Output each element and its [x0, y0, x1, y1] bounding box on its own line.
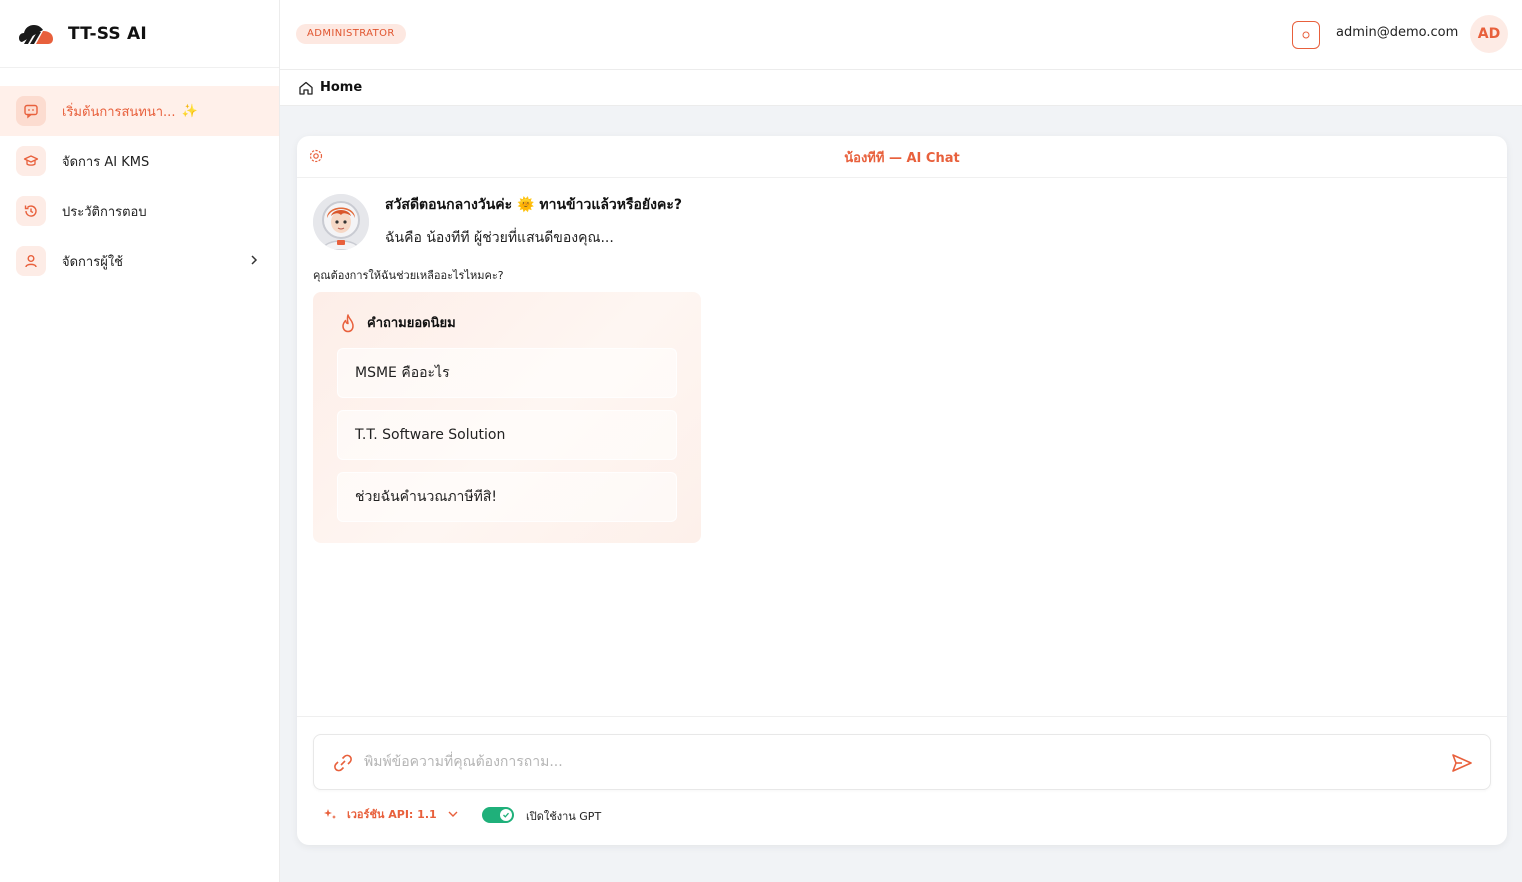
sidebar-item-label: เริ่มต้นการสนทนา...	[62, 104, 176, 120]
astronaut-avatar-icon	[313, 194, 369, 250]
gpt-toggle-label: เปิดใช้งาน GPT	[526, 810, 602, 823]
greeting-text: สวัสดีตอนกลางวันค่ะ 🌞 ทานข้าวแล้วหรือยัง…	[385, 197, 682, 213]
chat-card: น้องทีที — AI Chat สวัสดีตอนกลางวันค่ะ 🌞…	[297, 136, 1507, 845]
popular-title: คำถามยอดนิยม	[367, 316, 456, 331]
sparkles-icon	[324, 809, 336, 819]
sidebar-item-label: ประวัติการตอบ	[62, 204, 147, 220]
user-email[interactable]: admin@demo.com	[1336, 25, 1458, 40]
popular-questions: คำถามยอดนิยม MSME คืออะไร T.T. Software …	[313, 292, 701, 543]
dot-circle-icon	[1302, 31, 1310, 39]
bot-avatar	[313, 194, 369, 250]
sidebar-item-start-chat[interactable]: เริ่มต้นการสนทนา... ✨	[0, 86, 279, 136]
breadcrumb: Home	[280, 70, 1522, 106]
message-input[interactable]	[364, 747, 1424, 777]
avatar[interactable]: AD	[1470, 15, 1508, 53]
sidebar: TT-SS AI เริ่มต้นการสนทนา... ✨ จัดการ AI…	[0, 0, 280, 882]
sidebar-nav: เริ่มต้นการสนทนา... ✨ จัดการ AI KMS ประว…	[0, 68, 279, 286]
composer: เวอร์ชัน API: 1.1 เปิดใช้งาน GPT	[297, 716, 1507, 845]
sidebar-item-user-management[interactable]: จัดการผู้ใช้	[0, 236, 279, 286]
popular-header: คำถามยอดนิยม	[339, 312, 456, 333]
question-button[interactable]: T.T. Software Solution	[337, 410, 677, 460]
graduation-cap-icon	[16, 146, 46, 176]
brand[interactable]: TT-SS AI	[0, 0, 279, 68]
chevron-right-icon[interactable]	[249, 253, 259, 267]
sidebar-item-ai-kms[interactable]: จัดการ AI KMS	[0, 136, 279, 186]
sidebar-item-history[interactable]: ประวัติการตอบ	[0, 186, 279, 236]
role-badge: ADMINISTRATOR	[296, 24, 406, 44]
user-icon	[16, 246, 46, 276]
intro-text: ฉันคือ น้องทีที ผู้ช่วยที่แสนดีของคุณ...	[385, 230, 614, 246]
send-icon[interactable]	[1450, 751, 1474, 775]
app-name: TT-SS AI	[68, 23, 147, 44]
question-button[interactable]: ช่วยฉันคำนวณภาษีทีสิ!	[337, 472, 677, 522]
toggle-knob	[500, 809, 512, 821]
check-icon	[503, 812, 509, 818]
gpt-toggle[interactable]	[482, 807, 514, 823]
chat-bubble-icon	[16, 96, 46, 126]
question-button[interactable]: MSME คืออะไร	[337, 348, 677, 398]
cloud-logo-icon	[19, 24, 53, 44]
api-version-select[interactable]: เวอร์ชัน API: 1.1	[323, 805, 459, 823]
help-prompt: คุณต้องการให้ฉันช่วยเหลืออะไรไหมคะ?	[313, 269, 504, 282]
message-input-wrapper	[313, 734, 1491, 790]
sidebar-item-label: จัดการผู้ใช้	[62, 254, 124, 270]
topbar: ADMINISTRATOR admin@demo.com AD	[280, 0, 1522, 70]
history-icon	[16, 196, 46, 226]
home-icon[interactable]	[298, 80, 314, 96]
breadcrumb-home[interactable]: Home	[320, 80, 362, 95]
chevron-down-icon	[448, 811, 458, 817]
chat-header: น้องทีที — AI Chat	[297, 136, 1507, 178]
link-icon[interactable]	[332, 752, 354, 774]
fire-icon	[342, 313, 354, 332]
sidebar-item-label: จัดการ AI KMS	[62, 154, 150, 170]
notification-button[interactable]	[1292, 21, 1320, 49]
sparkle-icon: ✨	[181, 103, 198, 119]
chat-title: น้องทีที — AI Chat	[844, 151, 960, 166]
api-version-label: เวอร์ชัน API: 1.1	[347, 808, 437, 821]
